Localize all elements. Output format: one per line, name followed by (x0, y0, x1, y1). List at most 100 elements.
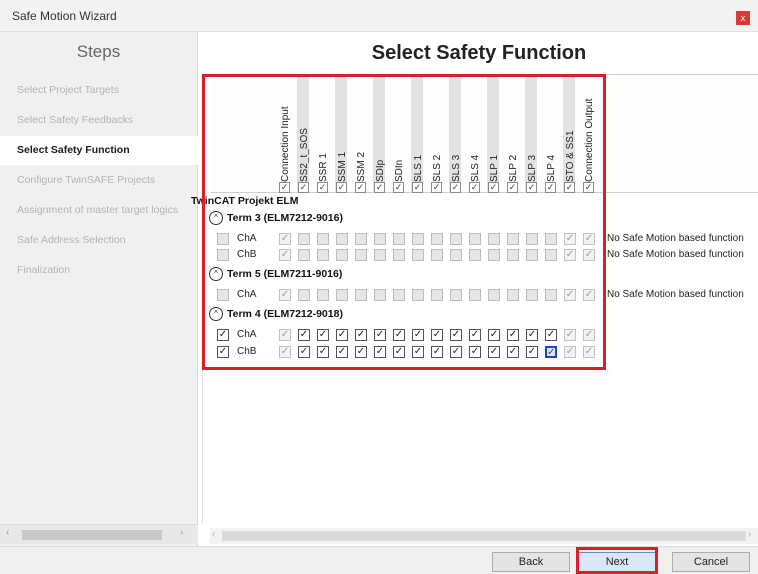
function-checkbox[interactable] (450, 289, 462, 301)
function-checkbox[interactable]: ✓ (488, 346, 500, 358)
scroll-right-icon[interactable]: › (748, 529, 751, 540)
channel-select-checkbox[interactable] (217, 249, 229, 261)
function-checkbox[interactable] (393, 233, 405, 245)
function-checkbox[interactable] (450, 249, 462, 261)
function-checkbox[interactable]: ✓ (469, 329, 481, 341)
function-checkbox[interactable] (545, 233, 557, 245)
function-checkbox[interactable] (374, 233, 386, 245)
scrollbar-thumb[interactable] (222, 531, 746, 541)
function-checkbox[interactable]: ✓ (564, 346, 576, 358)
column-header-checkbox[interactable]: ✓ (469, 182, 480, 193)
collapse-icon[interactable]: ^ (209, 211, 223, 225)
function-checkbox[interactable]: ✓ (279, 289, 291, 301)
column-header-checkbox[interactable]: ✓ (279, 182, 290, 193)
function-checkbox[interactable]: ✓ (279, 233, 291, 245)
column-header-checkbox[interactable]: ✓ (450, 182, 461, 193)
function-checkbox[interactable] (507, 289, 519, 301)
function-checkbox[interactable] (545, 289, 557, 301)
step-select-safety-feedbacks[interactable]: Select Safety Feedbacks (0, 106, 198, 135)
column-header-checkbox[interactable]: ✓ (526, 182, 537, 193)
column-header-checkbox[interactable]: ✓ (374, 182, 385, 193)
function-checkbox[interactable] (431, 249, 443, 261)
column-header-checkbox[interactable]: ✓ (317, 182, 328, 193)
column-header-checkbox[interactable]: ✓ (545, 182, 556, 193)
column-header-checkbox[interactable]: ✓ (298, 182, 309, 193)
next-button[interactable]: Next (578, 552, 656, 572)
column-header-checkbox[interactable]: ✓ (488, 182, 499, 193)
function-checkbox[interactable] (545, 249, 557, 261)
function-checkbox[interactable] (469, 289, 481, 301)
function-checkbox[interactable] (393, 289, 405, 301)
function-checkbox[interactable] (393, 249, 405, 261)
function-checkbox[interactable]: ✓ (431, 346, 443, 358)
function-checkbox[interactable]: ✓ (298, 329, 310, 341)
channel-select-checkbox[interactable] (217, 233, 229, 245)
column-header-checkbox[interactable]: ✓ (507, 182, 518, 193)
function-checkbox[interactable]: ✓ (317, 346, 329, 358)
function-checkbox[interactable]: ✓ (279, 346, 291, 358)
function-checkbox[interactable]: ✓ (507, 329, 519, 341)
function-checkbox[interactable] (355, 249, 367, 261)
function-checkbox[interactable]: ✓ (336, 346, 348, 358)
column-header-checkbox[interactable]: ✓ (336, 182, 347, 193)
function-checkbox[interactable] (355, 233, 367, 245)
function-checkbox[interactable]: ✓ (564, 329, 576, 341)
function-checkbox[interactable]: ✓ (374, 329, 386, 341)
function-checkbox[interactable] (374, 249, 386, 261)
function-checkbox[interactable]: ✓ (583, 289, 595, 301)
function-checkbox[interactable] (526, 233, 538, 245)
scrollbar-thumb[interactable] (22, 530, 162, 540)
function-checkbox[interactable]: ✓ (545, 329, 557, 341)
term-5-header[interactable]: ^ Term 5 (ELM7211-9016) (209, 267, 342, 281)
function-checkbox[interactable]: ✓ (583, 346, 595, 358)
column-header-checkbox[interactable]: ✓ (393, 182, 404, 193)
function-checkbox[interactable] (317, 249, 329, 261)
function-checkbox[interactable]: ✓ (412, 329, 424, 341)
function-checkbox[interactable]: ✓ (279, 329, 291, 341)
function-checkbox[interactable]: ✓ (526, 329, 538, 341)
function-checkbox[interactable]: ✓ (545, 346, 557, 358)
term-3-header[interactable]: ^ Term 3 (ELM7212-9016) (209, 211, 343, 225)
function-checkbox[interactable] (374, 289, 386, 301)
function-checkbox[interactable]: ✓ (564, 233, 576, 245)
step-finalization[interactable]: Finalization (0, 256, 198, 285)
grid-horizontal-scrollbar[interactable]: ‹ › (210, 528, 758, 544)
cancel-button[interactable]: Cancel (672, 552, 750, 572)
function-checkbox[interactable]: ✓ (469, 346, 481, 358)
function-checkbox[interactable]: ✓ (355, 346, 367, 358)
function-checkbox[interactable]: ✓ (298, 346, 310, 358)
function-checkbox[interactable] (526, 289, 538, 301)
function-checkbox[interactable]: ✓ (431, 329, 443, 341)
function-checkbox[interactable] (336, 289, 348, 301)
sidebar-horizontal-scrollbar[interactable]: ‹ › (0, 524, 198, 544)
collapse-icon[interactable]: ^ (209, 267, 223, 281)
scroll-left-icon[interactable]: ‹ (212, 529, 215, 540)
function-checkbox[interactable] (526, 249, 538, 261)
function-checkbox[interactable] (298, 289, 310, 301)
function-checkbox[interactable] (317, 233, 329, 245)
function-checkbox[interactable]: ✓ (412, 346, 424, 358)
column-header-checkbox[interactable]: ✓ (431, 182, 442, 193)
function-checkbox[interactable] (355, 289, 367, 301)
scroll-right-icon[interactable]: › (180, 527, 183, 538)
function-checkbox[interactable]: ✓ (488, 329, 500, 341)
function-checkbox[interactable]: ✓ (355, 329, 367, 341)
channel-select-checkbox[interactable]: ✓ (217, 346, 229, 358)
function-checkbox[interactable]: ✓ (393, 329, 405, 341)
function-checkbox[interactable] (507, 249, 519, 261)
function-checkbox[interactable]: ✓ (526, 346, 538, 358)
function-checkbox[interactable]: ✓ (336, 329, 348, 341)
step-assignment-master-target-logics[interactable]: Assignment of master target logics (0, 196, 198, 225)
column-header-checkbox[interactable]: ✓ (355, 182, 366, 193)
function-checkbox[interactable] (431, 289, 443, 301)
step-select-safety-function[interactable]: Select Safety Function (0, 136, 198, 165)
function-checkbox[interactable]: ✓ (583, 249, 595, 261)
channel-select-checkbox[interactable] (217, 289, 229, 301)
function-checkbox[interactable]: ✓ (583, 329, 595, 341)
function-checkbox[interactable] (336, 233, 348, 245)
function-checkbox[interactable] (488, 289, 500, 301)
function-checkbox[interactable]: ✓ (374, 346, 386, 358)
column-header-checkbox[interactable]: ✓ (412, 182, 423, 193)
function-checkbox[interactable] (450, 233, 462, 245)
function-checkbox[interactable]: ✓ (507, 346, 519, 358)
